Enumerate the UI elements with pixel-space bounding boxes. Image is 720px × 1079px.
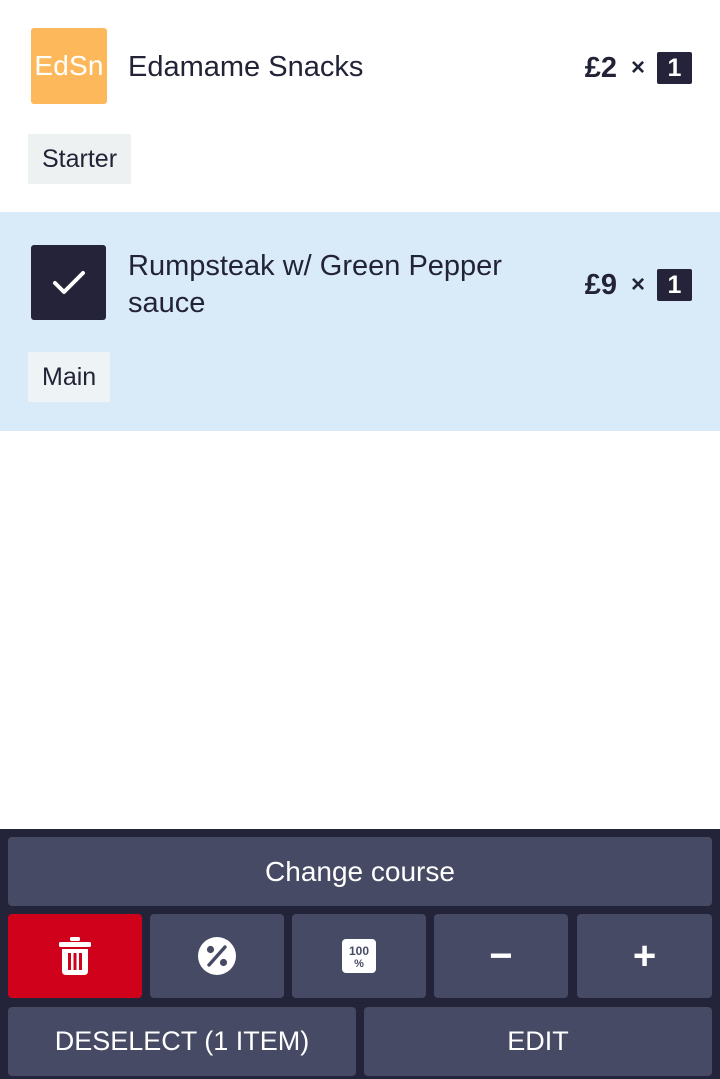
action-panel: Change course 100 % − + DESELECT (1 ITEM… bbox=[0, 829, 720, 1079]
multiply-sign: × bbox=[630, 54, 645, 81]
quantity-badge: 1 bbox=[657, 269, 692, 301]
deselect-button[interactable]: DESELECT (1 ITEM) bbox=[8, 1007, 356, 1076]
multiply-sign: × bbox=[630, 271, 645, 298]
thumbnail-initials: EdSn bbox=[34, 50, 104, 81]
item-thumbnail[interactable]: EdSn bbox=[31, 28, 107, 104]
increase-quantity-button[interactable]: + bbox=[577, 914, 712, 998]
quantity-badge: 1 bbox=[657, 52, 692, 84]
decrease-quantity-button[interactable]: − bbox=[434, 914, 568, 998]
change-course-button[interactable]: Change course bbox=[8, 837, 712, 906]
minus-icon: − bbox=[489, 934, 513, 978]
course-tag: Starter bbox=[28, 134, 132, 184]
trash-icon bbox=[59, 937, 91, 975]
svg-text:100: 100 bbox=[349, 944, 369, 958]
discount-button[interactable] bbox=[150, 914, 284, 998]
delete-button[interactable] bbox=[8, 914, 142, 998]
percent-discount-icon bbox=[198, 937, 236, 975]
price-quantity: £9 × 1 bbox=[585, 269, 692, 301]
100-percent-icon: 100 % bbox=[342, 939, 376, 973]
item-price: £9 bbox=[584, 268, 617, 301]
checkmark-icon bbox=[52, 270, 85, 294]
order-item-edamame-snacks[interactable]: EdSn Edamame Snacks £2 × 1 Starter bbox=[0, 0, 720, 212]
course-tag: Main bbox=[28, 352, 111, 402]
item-price: £2 bbox=[584, 51, 617, 84]
item-name: Rumpsteak w/ Green Pepper sauce bbox=[128, 250, 502, 319]
svg-text:%: % bbox=[354, 958, 364, 970]
item-name: Edamame Snacks bbox=[128, 51, 364, 83]
edit-button[interactable]: EDIT bbox=[364, 1007, 712, 1076]
order-item-rumpsteak[interactable]: Rumpsteak w/ Green Pepper sauce £9 × 1 M… bbox=[0, 212, 720, 431]
full-discount-button[interactable]: 100 % bbox=[292, 914, 426, 998]
price-quantity: £2 × 1 bbox=[585, 52, 692, 84]
selected-checkbox[interactable] bbox=[31, 245, 106, 320]
plus-icon: + bbox=[632, 934, 657, 978]
